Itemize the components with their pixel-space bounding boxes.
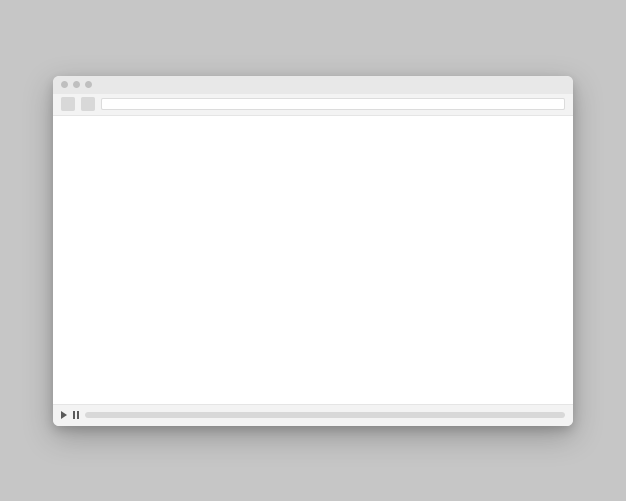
play-icon[interactable]: [61, 411, 67, 419]
player-bar: [53, 404, 573, 426]
address-bar[interactable]: [101, 98, 565, 110]
pause-icon[interactable]: [73, 411, 79, 419]
progress-bar[interactable]: [85, 412, 565, 418]
title-bar: [53, 76, 573, 94]
toolbar: [53, 94, 573, 116]
content-area: [53, 116, 573, 404]
maximize-button[interactable]: [85, 81, 92, 88]
forward-button[interactable]: [81, 97, 95, 111]
close-button[interactable]: [61, 81, 68, 88]
browser-window: [53, 76, 573, 426]
back-button[interactable]: [61, 97, 75, 111]
minimize-button[interactable]: [73, 81, 80, 88]
